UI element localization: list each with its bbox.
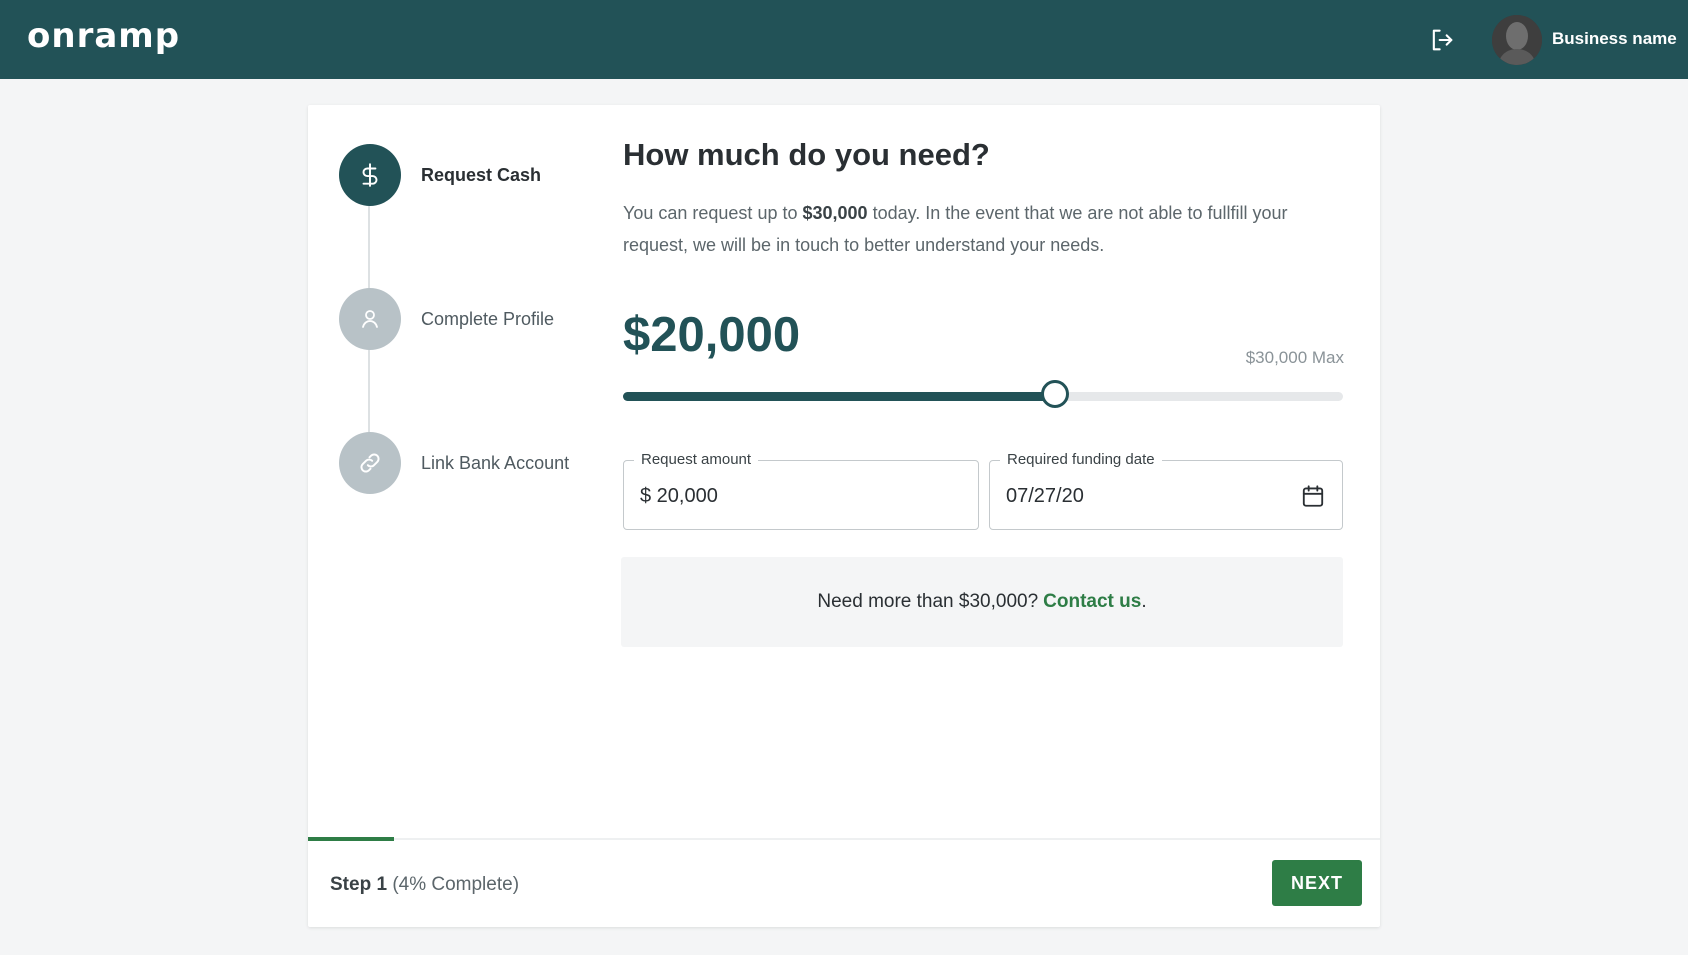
slider-fill [623, 392, 1055, 401]
amount-slider[interactable] [623, 380, 1343, 408]
description-text-start: You can request up to [623, 203, 803, 223]
funding-date-input[interactable] [1006, 483, 1226, 509]
step-number: Step 1 [330, 874, 388, 895]
step-label-complete-profile: Complete Profile [421, 309, 555, 329]
step-progress-text: Step 1 (4% Complete) [330, 873, 519, 897]
user-icon [362, 310, 378, 328]
business-name-menu[interactable]: Business name [1552, 28, 1677, 50]
percent-complete: (4% Complete) [392, 874, 520, 895]
footer-divider [308, 838, 1380, 840]
top-navigation-bar: onramp Business name [0, 0, 1688, 79]
request-amount-input[interactable] [640, 483, 860, 509]
next-button[interactable]: NEXT [1272, 860, 1362, 906]
funding-date-field[interactable]: Required funding date [989, 450, 1343, 530]
link-icon [360, 453, 380, 473]
description-max-amount: $30,000 [802, 203, 868, 223]
step-circle-inactive [339, 432, 401, 494]
request-amount-field[interactable]: Request amount [623, 450, 979, 530]
onramp-logo[interactable]: onramp [27, 14, 180, 58]
request-amount-label: Request amount [634, 450, 759, 470]
logout-icon[interactable] [1428, 26, 1456, 54]
step-label-request-cash: Request Cash [421, 165, 542, 185]
request-cash-card: Request Cash Complete Profile Link Bank … [308, 105, 1380, 927]
page-title: How much do you need? [623, 137, 990, 172]
selected-amount-display: $20,000 [623, 308, 801, 362]
contact-info-period: . [1141, 591, 1147, 612]
step-circle-inactive [339, 288, 401, 350]
contact-us-link[interactable]: Contact us [1043, 591, 1141, 613]
request-description: You can request up to $30,000 today. In … [623, 197, 1343, 261]
step-circle-active [339, 144, 401, 206]
step-label-link-bank-account: Link Bank Account [421, 453, 570, 473]
max-amount-label: $30,000 Max [1245, 348, 1344, 367]
contact-info-box: Need more than $30,000? Contact us. [621, 557, 1343, 647]
progress-bar [308, 837, 394, 841]
avatar[interactable] [1492, 15, 1542, 65]
funding-date-label: Required funding date [1000, 450, 1162, 470]
user-photo-icon [1492, 15, 1542, 65]
dollar-icon [362, 163, 378, 187]
calendar-icon[interactable] [1300, 483, 1326, 509]
contact-info-text: Need more than $30,000? [817, 591, 1039, 612]
slider-handle[interactable] [1041, 380, 1069, 408]
